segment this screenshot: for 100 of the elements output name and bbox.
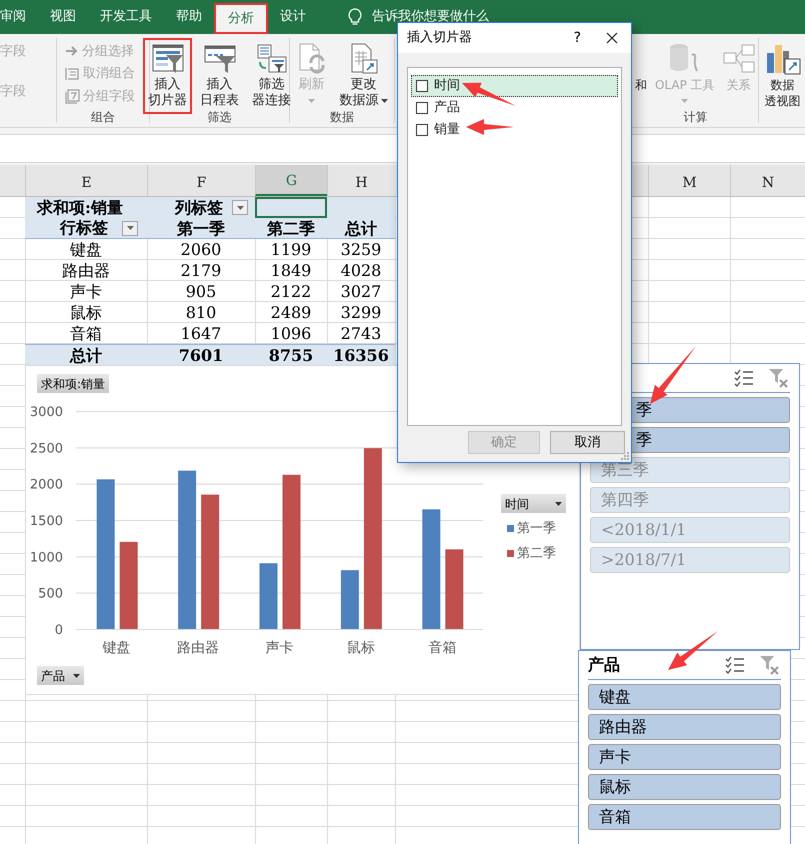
group-label: 组合 <box>91 109 115 126</box>
table-cell-text: 1647 <box>180 323 222 344</box>
caret-icon <box>308 99 315 103</box>
column-header[interactable]: N <box>730 165 805 196</box>
table-cell-text: 求和项:销量 <box>36 197 124 218</box>
slicer-item[interactable]: 声卡 <box>588 744 781 770</box>
group-label: 计算 <box>684 109 708 126</box>
ribbon-tab[interactable]: 开发工具 <box>88 0 164 34</box>
axis-label: 500 <box>38 586 63 602</box>
column-header[interactable]: M <box>648 165 730 196</box>
caret-icon <box>126 226 134 230</box>
arrow-icon <box>65 45 79 58</box>
table-cell-text: 2743 <box>340 323 382 344</box>
clear-filter-button[interactable] <box>768 368 788 388</box>
axis-label: 1000 <box>30 550 63 566</box>
table-cell-text: 3259 <box>340 239 382 260</box>
bar <box>260 563 278 629</box>
table-cell-text: 声卡 <box>69 281 103 302</box>
table-cell-text: 2489 <box>270 302 312 323</box>
ribbon-button[interactable]: 数据 透视图 <box>762 38 802 114</box>
column-header[interactable]: E <box>25 165 147 196</box>
resize-grip-icon <box>621 452 629 460</box>
caret-icon <box>236 206 244 210</box>
ribbon-tab[interactable]: 视图 <box>38 0 88 34</box>
table-cell-text: 路由器 <box>61 260 111 281</box>
field-button[interactable]: 求和项:销量 <box>37 374 110 393</box>
dialog-button[interactable]: 取消 <box>550 431 625 454</box>
axis-label: 键盘 <box>102 640 131 656</box>
group-icon <box>65 89 80 104</box>
table-cell-text: 905 <box>184 281 218 302</box>
caret-icon <box>555 502 562 506</box>
multi-select-icon <box>734 369 754 387</box>
table-cell-text: 1199 <box>270 239 312 260</box>
checkbox[interactable] <box>416 102 428 114</box>
ribbon-button[interactable]: 插入 切片器 <box>143 38 192 114</box>
table-cell-text: 第二季 <box>266 218 316 238</box>
table-cell-text: 2122 <box>270 281 312 302</box>
multi-select-button[interactable] <box>734 369 754 387</box>
clear-filter-icon <box>759 655 779 675</box>
row-label: 行标签 <box>60 217 108 239</box>
axis-label: 路由器 <box>177 640 220 656</box>
ribbon-tab[interactable]: 审阅 <box>0 0 38 34</box>
table-cell-text: 音箱 <box>69 323 103 344</box>
axis-label: 音箱 <box>428 640 456 656</box>
timeline-icon <box>204 44 236 74</box>
field-list-item[interactable]: 销量 <box>411 119 618 141</box>
ribbon-tab[interactable]: 分析 <box>214 3 268 34</box>
field-button[interactable]: 产品 <box>37 666 84 685</box>
table-cell-text: 2060 <box>180 239 222 260</box>
table-cell-text: 3299 <box>340 302 382 323</box>
table-cell-text: 2179 <box>180 260 222 281</box>
ribbon-tab[interactable]: 帮助 <box>164 0 214 34</box>
axis-label: 声卡 <box>266 640 294 656</box>
checkbox[interactable] <box>416 80 428 92</box>
slicer-icon <box>152 44 184 74</box>
help-button[interactable]: ? <box>574 28 581 48</box>
table-cell-text: 第一季 <box>176 218 226 238</box>
refresh-icon <box>296 43 326 75</box>
column-label: 列标签 <box>175 196 223 218</box>
bar <box>340 570 359 629</box>
ribbon-tab[interactable]: 设计 <box>268 0 318 34</box>
column-header[interactable]: G <box>255 165 327 196</box>
axis-label: 2000 <box>30 478 63 493</box>
annotation-arrow <box>650 346 696 404</box>
close-button[interactable] <box>605 31 619 45</box>
axis-label: 鼠标 <box>346 640 375 656</box>
caret-icon <box>681 99 688 103</box>
table-cell-text: 鼠标 <box>69 302 103 323</box>
table-cell-text: 总计 <box>344 218 378 238</box>
ribbon-button[interactable]: 和 <box>633 38 649 114</box>
table-cell-text: 1096 <box>270 323 312 344</box>
lightbulb-icon <box>348 8 362 26</box>
multi-select-button[interactable] <box>725 656 745 674</box>
checkbox[interactable] <box>416 124 428 136</box>
field-button[interactable]: 时间 <box>501 494 566 513</box>
cell-selection <box>255 197 327 218</box>
column-header[interactable]: H <box>327 165 395 196</box>
axis-label: 1500 <box>30 514 63 529</box>
group-label: 数据 <box>330 109 354 126</box>
table-cell-text: 7601 <box>178 345 224 365</box>
slicer-item[interactable]: 路由器 <box>588 714 781 740</box>
field-list-item[interactable]: 时间 <box>411 75 618 97</box>
field-list-item[interactable]: 产品 <box>411 97 618 119</box>
slicer-item[interactable]: 键盘 <box>588 684 781 710</box>
legend-label: 第二季 <box>517 545 556 563</box>
slicer-item[interactable]: 音箱 <box>588 804 781 830</box>
group-label: 筛选 <box>208 109 232 126</box>
table-cell-text: 3027 <box>340 281 382 302</box>
annotation-arrow <box>462 82 516 106</box>
caret-icon <box>380 99 388 103</box>
slicer-item[interactable]: 鼠标 <box>588 774 781 800</box>
filter-dropdown-button[interactable] <box>232 200 248 215</box>
datasource-icon <box>348 43 378 75</box>
close-icon <box>606 32 618 44</box>
multi-select-icon <box>725 656 745 674</box>
clear-filter-button[interactable] <box>759 655 779 675</box>
clear-filter-icon <box>768 368 788 388</box>
filter-dropdown-button[interactable] <box>122 220 138 236</box>
slicer-title: 产品 <box>588 654 620 676</box>
table-cell-text: 16356 <box>332 345 390 365</box>
